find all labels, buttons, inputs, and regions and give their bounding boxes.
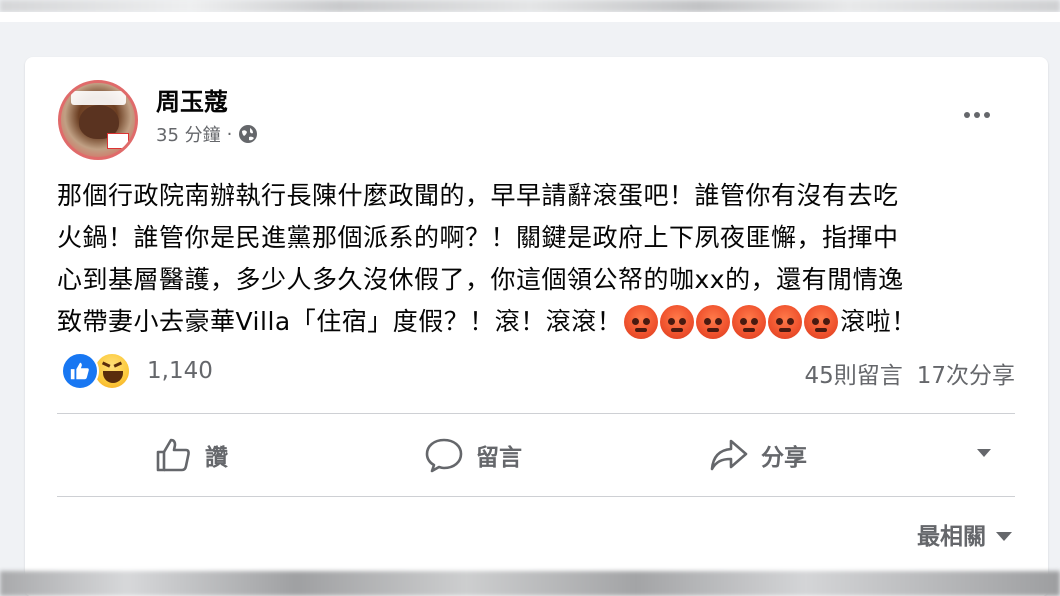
sort-label: 最相關 <box>917 524 986 550</box>
previous-card-edge <box>0 12 1060 22</box>
angry-emoji-icon <box>696 305 731 339</box>
more-options-button[interactable] <box>955 103 999 127</box>
thumbs-up-icon <box>156 438 190 472</box>
author-name[interactable]: 周玉蔻 <box>156 82 228 117</box>
angry-emoji-icon <box>732 305 767 339</box>
post-line: 滾啦！ <box>840 307 917 336</box>
post-stats: 45則留言 17次分享 <box>804 356 1015 390</box>
share-label: 分享 <box>761 445 807 471</box>
share-count[interactable]: 17次分享 <box>917 356 1015 390</box>
angry-emoji-row <box>624 305 839 339</box>
post-line: 致帶妻小去豪華Villa「住宿」度假？！滾！滾滾！ <box>57 307 623 336</box>
angry-emoji-icon <box>660 305 695 339</box>
divider <box>57 496 1015 497</box>
meta-separator: · <box>226 123 233 145</box>
angry-emoji-icon <box>804 305 839 339</box>
post-timestamp[interactable]: 35 分鐘 <box>156 121 221 147</box>
share-arrow-icon <box>710 439 748 471</box>
post-meta: 35 分鐘 · <box>156 121 258 147</box>
post-line-with-emoji: 致帶妻小去豪華Villa「住宿」度假？！滾！滾滾！ 滾啦！ <box>57 301 1027 343</box>
share-options-dropdown[interactable] <box>977 449 991 457</box>
comment-label: 留言 <box>476 445 522 471</box>
divider <box>57 413 1015 414</box>
like-icon <box>61 352 99 390</box>
like-button[interactable]: 讚 <box>153 415 228 495</box>
post-body: 那個行政院南辦執行長陳什麼政聞的，早早請辭滾蛋吧！誰管你有沒有去吃 火鍋！誰管你… <box>57 175 1027 343</box>
angry-emoji-icon <box>624 305 659 339</box>
reaction-summary[interactable]: 1,140 <box>61 352 213 390</box>
post-line: 火鍋！誰管你是民進黨那個派系的啊？！關鍵是政府上下夙夜匪懈，指揮中 <box>57 223 899 252</box>
chevron-down-icon <box>996 531 1012 541</box>
post-line: 心到基層醫護，多少人多久沒休假了，你這個領公帑的咖xx的，還有閒情逸 <box>57 265 904 294</box>
post-line: 那個行政院南辦執行長陳什麼政聞的，早早請辭滾蛋吧！誰管你有沒有去吃 <box>57 181 899 210</box>
post-card: 周玉蔻 35 分鐘 · 那個行政院南辦執行長陳什麼政聞的，早早請辭滾蛋吧！誰管你… <box>25 57 1048 596</box>
author-avatar[interactable] <box>58 80 138 160</box>
comment-icon <box>425 438 463 473</box>
globe-icon[interactable] <box>238 124 258 144</box>
comment-count[interactable]: 45則留言 <box>804 356 902 390</box>
like-label: 讚 <box>205 445 228 471</box>
comment-button[interactable]: 留言 <box>424 415 522 495</box>
angry-emoji-icon <box>768 305 803 339</box>
comment-sort-dropdown[interactable]: 最相關 <box>917 517 1012 551</box>
action-bar: 讚 留言 分享 <box>57 415 1015 495</box>
background-blur-top <box>0 0 1060 12</box>
reaction-count[interactable]: 1,140 <box>147 358 213 384</box>
share-button[interactable]: 分享 <box>709 415 807 495</box>
background-blur-bottom <box>0 571 1060 596</box>
